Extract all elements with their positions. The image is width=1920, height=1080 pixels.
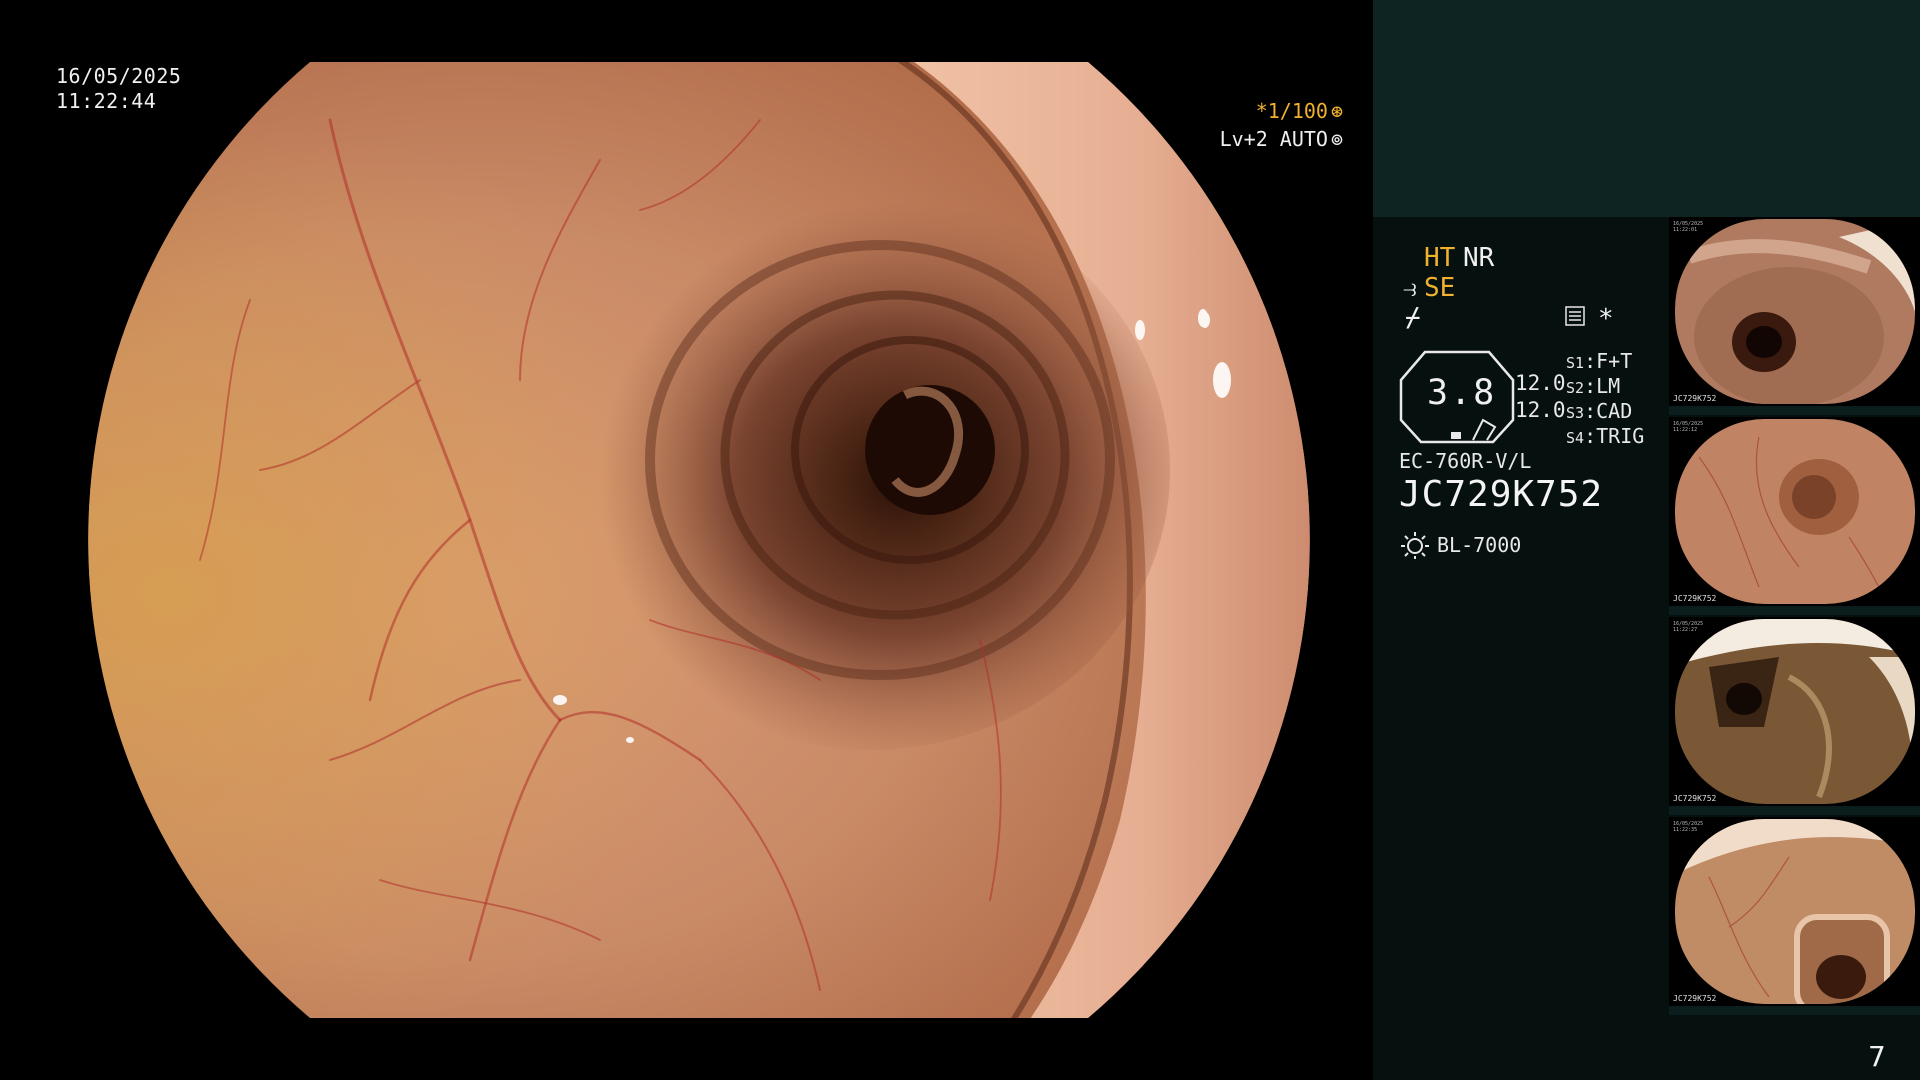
thumbnail-time: 11:22:35: [1673, 827, 1698, 833]
nr-mode-label: NR: [1463, 243, 1495, 273]
thumbnail-serial: JC729K752: [1673, 394, 1717, 403]
exam-time: 11:22:44: [56, 89, 157, 113]
se-mode-label: SE: [1424, 273, 1456, 303]
thumbnail-meta: 16/05/2025 11:22:27: [1673, 621, 1703, 633]
page-number: 7: [1868, 1040, 1886, 1073]
scope-model: EC-760R-V/L: [1399, 449, 1532, 473]
capture-thumbnail[interactable]: 16/05/2025 11:22:27 JC729K752: [1669, 617, 1920, 815]
ht-mode-label: HT: [1424, 243, 1456, 273]
thumbnail-time: 11:22:01: [1673, 227, 1698, 233]
thumbnail-image: [1675, 619, 1915, 804]
switch-value: CAD: [1596, 399, 1633, 423]
status-side-panel: HT NR ⥽ SE ⌿ * 3.8 12.0 12.0 S1:F+T S2:L…: [1373, 0, 1920, 1080]
thumbnail-image: [1675, 419, 1915, 604]
scope-serial: JC729K752: [1399, 474, 1604, 515]
thumbnail-time: 11:22:27: [1673, 627, 1698, 633]
thumbnail-serial: JC729K752: [1673, 994, 1717, 1003]
exposure-label: Lv+2 AUTO: [1219, 127, 1328, 151]
thumbnail-meta: 16/05/2025 11:22:12: [1673, 421, 1703, 433]
structure-enhance-icon: ⥽: [1403, 274, 1417, 302]
switch-key: S2: [1566, 379, 1585, 397]
asterisk-indicator: *: [1598, 304, 1614, 334]
thumbnail-meta: 16/05/2025 11:22:35: [1673, 821, 1703, 833]
capture-thumbnail[interactable]: 16/05/2025 11:22:35 JC729K752: [1669, 817, 1920, 1015]
thumbnail-time: 11:22:12: [1673, 427, 1698, 433]
thumbnail-serial: JC729K752: [1673, 794, 1717, 803]
thumbnail-image: [1675, 819, 1915, 1004]
shutter-speed-indicator: *1/100 ⊛: [1256, 99, 1343, 123]
thumbnail-footer: [1669, 606, 1920, 615]
capture-thumbnail[interactable]: 16/05/2025 11:22:12 JC729K752: [1669, 417, 1920, 615]
sun-icon: [1401, 532, 1429, 559]
switch-value: TRIG: [1596, 424, 1645, 448]
setting-value-2: 12.0: [1515, 398, 1566, 422]
switch-row-s1: S1:F+T: [1566, 349, 1633, 373]
light-source-model: BL-7000: [1437, 533, 1522, 557]
exam-date: 16/05/2025: [56, 64, 182, 88]
switch-row-s2: S2:LM: [1566, 374, 1621, 398]
switch-row-s3: S3:CAD: [1566, 399, 1633, 423]
endoscope-live-view: 16/05/2025 11:22:44 *1/100 ⊛ Lv+2 AUTO ⊚: [0, 0, 1373, 1080]
iris-icon: ⊚: [1330, 127, 1343, 151]
switch-value: F+T: [1596, 349, 1633, 373]
switch-row-s4: S4:TRIG: [1566, 424, 1645, 448]
capture-thumbnail[interactable]: 16/05/2025 11:22:01 JC729K752: [1669, 217, 1920, 415]
setting-value-1: 12.0: [1515, 371, 1566, 395]
thumbnail-serial: JC729K752: [1673, 594, 1717, 603]
switch-key: S3: [1566, 404, 1585, 422]
thumbnail-footer: [1669, 806, 1920, 815]
exposure-indicator: Lv+2 AUTO ⊚: [1220, 127, 1343, 151]
endoscopic-image: [88, 62, 1310, 1018]
panel-header-area: [1373, 0, 1920, 217]
switch-key: S4: [1566, 429, 1585, 447]
thumbnail-image: [1675, 219, 1915, 404]
aperture-icon: ⊛: [1330, 99, 1343, 123]
gauge-value: 3.8: [1427, 373, 1497, 413]
thumbnail-footer: [1669, 406, 1920, 415]
shutter-speed-label: *1/100: [1255, 99, 1328, 123]
thumbnail-footer: [1669, 1006, 1920, 1015]
thumbnail-meta: 16/05/2025 11:22:01: [1673, 221, 1703, 233]
flow-off-icon: ⌿: [1405, 303, 1421, 333]
switch-key: S1: [1566, 354, 1585, 372]
menu-icon: [1565, 306, 1585, 326]
switch-value: LM: [1596, 374, 1621, 398]
